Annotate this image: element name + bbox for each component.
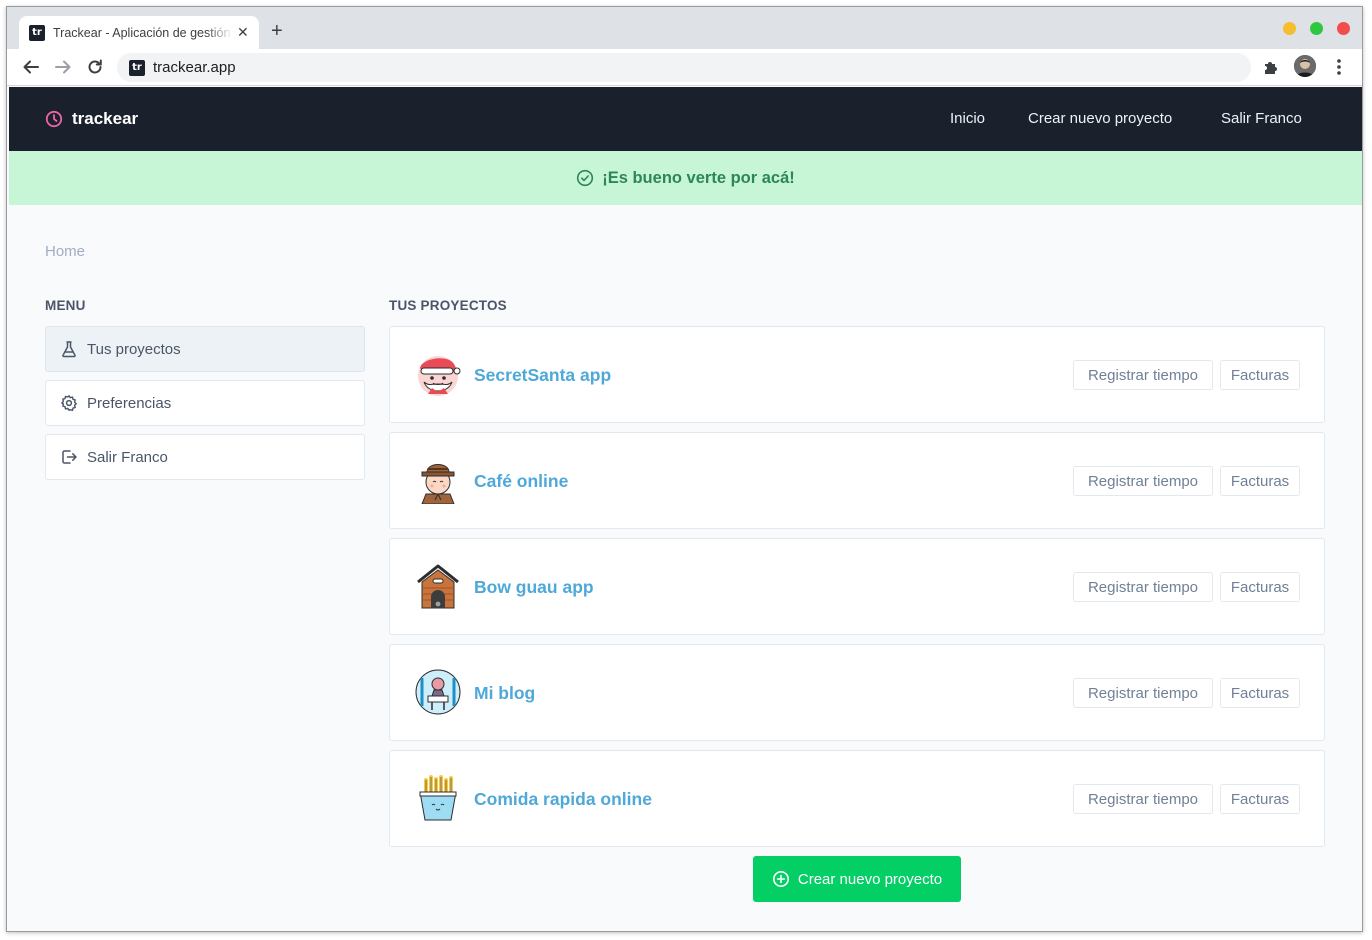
gear-icon [61, 395, 77, 411]
project-card: Mi blog Registrar tiempo Facturas [389, 644, 1325, 741]
site-favicon-icon: tr [129, 59, 145, 76]
close-tab-icon[interactable]: ✕ [237, 24, 249, 41]
project-card: SecretSanta app Registrar tiempo Factura… [389, 326, 1325, 423]
app-header: trackear Inicio Crear nuevo proyecto Sal… [9, 87, 1362, 151]
nav-crear-proyecto[interactable]: Crear nuevo proyecto [1028, 110, 1172, 127]
invoices-button[interactable]: Facturas [1220, 678, 1300, 708]
minimize-button[interactable] [1283, 22, 1296, 35]
tab-strip: tr Trackear - Aplicación de gestión ✕ + [7, 7, 1362, 49]
blog-avatar-icon [415, 669, 461, 715]
explorer-avatar-icon [421, 464, 455, 504]
menu-title: MENU [45, 298, 86, 313]
clock-icon [45, 110, 63, 128]
favicon-icon: tr [29, 24, 45, 41]
register-time-button[interactable]: Registrar tiempo [1073, 572, 1213, 602]
project-card: Comida rapida online Registrar tiempo Fa… [389, 750, 1325, 847]
brand-name: trackear [72, 109, 139, 128]
maximize-button[interactable] [1310, 22, 1323, 35]
register-time-button[interactable]: Registrar tiempo [1073, 360, 1213, 390]
extensions-puzzle-icon[interactable] [1262, 58, 1280, 81]
address-bar[interactable]: tr trackear.app [117, 53, 1251, 82]
browser-window: tr Trackear - Aplicación de gestión ✕ + … [6, 6, 1363, 932]
register-time-button[interactable]: Registrar tiempo [1073, 784, 1213, 814]
sidebar-item-tus-proyectos[interactable]: Tus proyectos [45, 326, 365, 372]
santa-avatar-icon [418, 356, 461, 396]
browser-tab[interactable]: tr Trackear - Aplicación de gestión ✕ [19, 16, 259, 49]
logout-icon [62, 450, 77, 464]
project-name-link[interactable]: Bow guau app [474, 577, 594, 598]
profile-avatar[interactable] [1294, 55, 1316, 77]
invoices-button[interactable]: Facturas [1220, 572, 1300, 602]
register-time-button[interactable]: Registrar tiempo [1073, 466, 1213, 496]
flash-text: ¡Es bueno verte por acá! [602, 168, 795, 187]
new-tab-button[interactable]: + [271, 21, 283, 41]
nav-salir[interactable]: Salir Franco [1221, 110, 1302, 127]
project-name-link[interactable]: SecretSanta app [474, 365, 611, 386]
sidebar-item-preferencias[interactable]: Preferencias [45, 380, 365, 426]
back-icon[interactable] [21, 57, 41, 77]
tab-title: Trackear - Aplicación de gestión [53, 25, 231, 40]
browser-toolbar: tr trackear.app [7, 49, 1362, 86]
invoices-button[interactable]: Facturas [1220, 466, 1300, 496]
nav-inicio[interactable]: Inicio [950, 110, 985, 127]
breadcrumb-home[interactable]: Home [45, 243, 85, 260]
reload-icon[interactable] [85, 57, 105, 77]
doghouse-icon [417, 564, 459, 609]
forward-icon[interactable] [53, 57, 73, 77]
plus-circle-icon [772, 871, 789, 887]
url-text: trackear.app [153, 59, 236, 76]
project-card: Café online Registrar tiempo Facturas [389, 432, 1325, 529]
invoices-button[interactable]: Facturas [1220, 784, 1300, 814]
flask-icon [62, 341, 76, 358]
project-name-link[interactable]: Comida rapida online [474, 789, 652, 810]
sidebar-item-label: Preferencias [87, 394, 172, 412]
brand-link[interactable]: trackear [45, 109, 138, 129]
flash-message: ¡Es bueno verte por acá! [9, 151, 1362, 205]
project-name-link[interactable]: Mi blog [474, 683, 535, 704]
register-time-button[interactable]: Registrar tiempo [1073, 678, 1213, 708]
project-name-link[interactable]: Café online [474, 471, 568, 492]
sidebar-item-label: Salir Franco [87, 448, 168, 466]
create-project-button[interactable]: Crear nuevo proyecto [753, 856, 961, 902]
create-project-label: Crear nuevo proyecto [797, 870, 943, 888]
invoices-button[interactable]: Facturas [1220, 360, 1300, 390]
sidebar-item-salir[interactable]: Salir Franco [45, 434, 365, 480]
project-card: Bow guau app Registrar tiempo Facturas [389, 538, 1325, 635]
check-circle-icon [577, 169, 594, 187]
close-window-button[interactable] [1337, 22, 1350, 35]
fries-icon [419, 775, 457, 821]
sidebar-item-label: Tus proyectos [87, 340, 181, 358]
browser-menu-icon[interactable] [1336, 58, 1342, 81]
projects-title: TUS PROYECTOS [389, 298, 507, 313]
